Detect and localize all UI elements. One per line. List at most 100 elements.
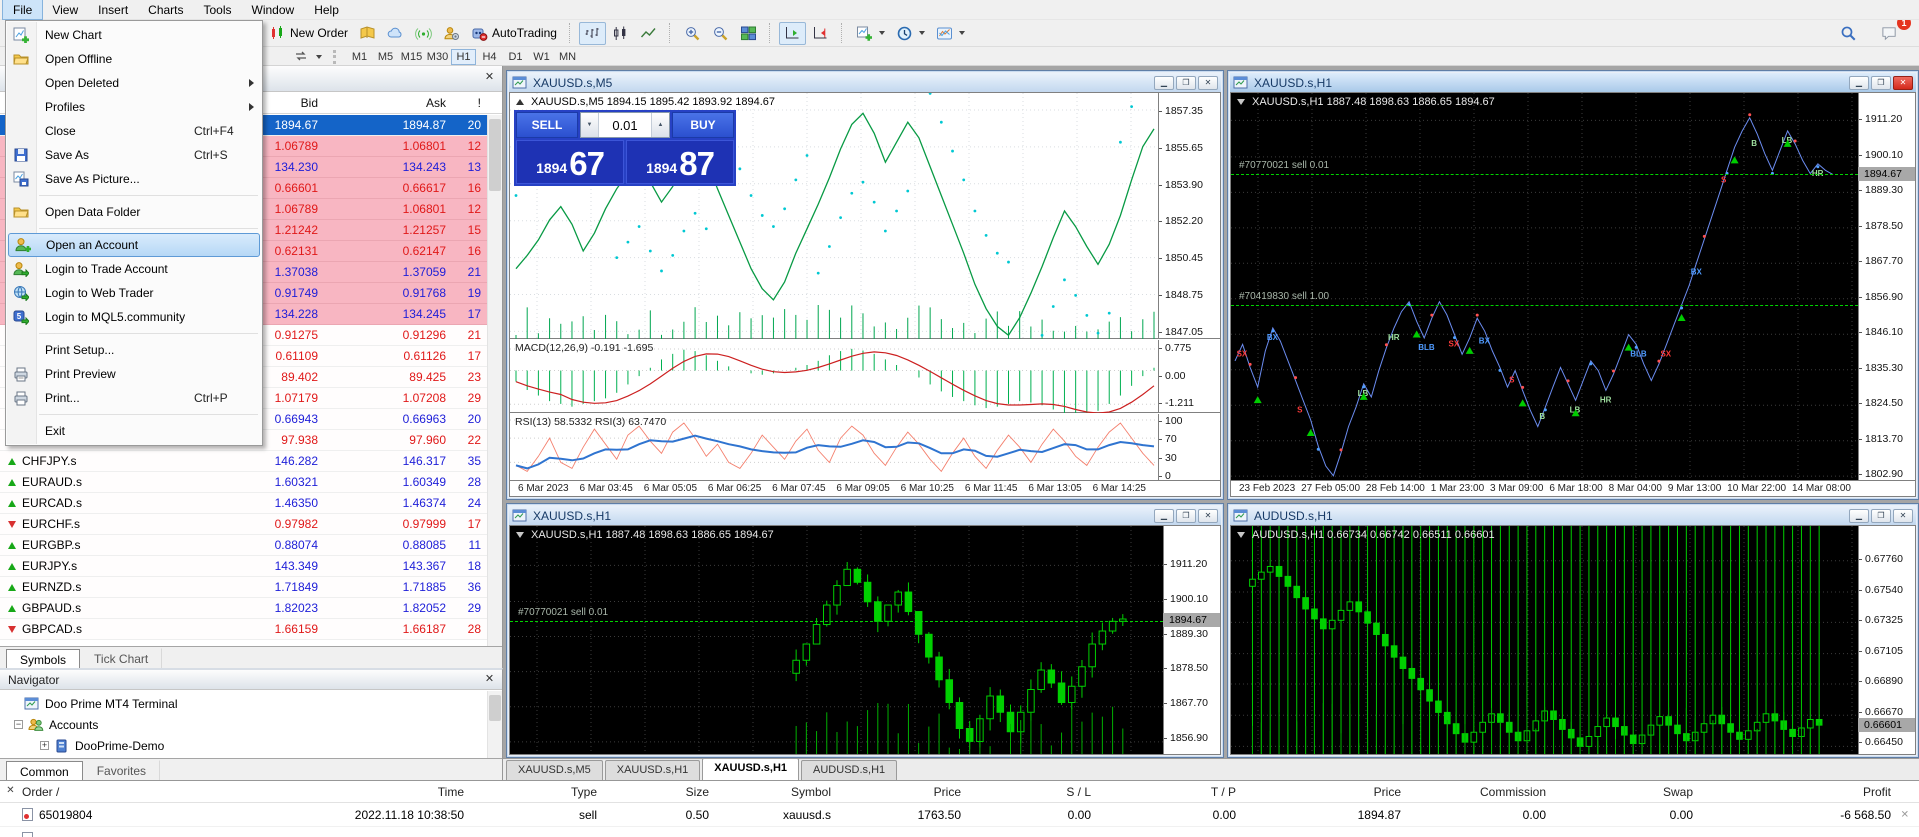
tp-column-header[interactable]: T / P [1097,785,1242,799]
market-watch-row[interactable]: GBPCAD.s 1.66159 1.66187 28 [0,619,487,640]
scrollbar-thumb[interactable] [489,695,501,721]
chart-type-button[interactable] [635,22,662,45]
type-column-header[interactable]: Type [470,785,603,799]
file-menu-item[interactable]: Profiles [6,95,262,119]
sell-price-tile[interactable]: 189467 [516,140,624,184]
file-menu-item[interactable]: Open Offline [6,47,262,71]
market-watch-row[interactable]: EURJPY.s 143.349 143.367 18 [0,556,487,577]
timeframe-button[interactable]: H4 [477,49,502,65]
chart-window-xauusd-m5[interactable]: XAUUSD.s,M5 ▁ ❐ ✕ MACD(12,26,9) -0.191 -… [506,70,1224,500]
menu-item[interactable]: View [42,0,88,19]
minimize-icon[interactable]: ▁ [1849,76,1869,90]
chart-tab[interactable]: XAUUSD.s,H1 [702,758,799,780]
close-icon[interactable]: ✕ [1198,509,1218,523]
market-watch-row[interactable]: CHFJPY.s 146.282 146.317 35 [0,451,487,472]
price-column-header[interactable]: Price [837,785,967,799]
size-column-header[interactable]: Size [603,785,715,799]
time-column-header[interactable]: Time [175,785,470,799]
restore-icon[interactable]: ❐ [1176,509,1196,523]
timeframe-button[interactable]: MN [555,49,580,65]
commission-column-header[interactable]: Commission [1407,785,1552,799]
timeframe-button[interactable]: H1 [451,49,476,65]
chart-tab[interactable]: XAUUSD.s,H1 [605,760,701,780]
tree-expander-icon[interactable] [14,720,23,729]
market-watch-tab[interactable]: Tick Chart [80,648,162,668]
zoom-button[interactable] [735,22,762,45]
chart-titlebar[interactable]: AUDUSD.s,H1 ▁ ❐ ✕ [1230,506,1916,525]
file-menu-item[interactable]: Print... Ctrl+P [6,386,262,410]
market-watch-row[interactable]: EURCHF.s 0.97982 0.97999 17 [0,514,487,535]
file-menu-item[interactable]: Save As Ctrl+S [6,143,262,167]
menu-item[interactable]: Help [304,0,349,19]
chart-titlebar[interactable]: XAUUSD.s,H1 ▁ ❐ ✕ [1230,73,1916,92]
menu-item[interactable]: File [3,0,42,19]
sell-button[interactable]: SELL [516,112,578,138]
navigator-tab[interactable]: Common [6,761,83,781]
scrollbar[interactable] [487,115,502,646]
order-line[interactable] [1231,305,1858,306]
market-watch-row[interactable]: GBPAUD.s 1.82023 1.82052 29 [0,598,487,619]
chart-tab[interactable]: AUDUSD.s,H1 [801,760,897,780]
sl-column-header[interactable]: S / L [967,785,1097,799]
file-menu-item[interactable]: Save As Picture... [6,167,262,191]
toolbar-dropdown-button[interactable] [851,22,890,45]
chart-type-button[interactable] [579,22,606,45]
chart-window-xauusd-h1-2[interactable]: XAUUSD.s,H1 ▁ ❐ ✕ XAUUSD.s,H1 1887.48 18… [506,503,1224,758]
file-menu-item[interactable]: Print Preview [6,362,262,386]
buy-button[interactable]: BUY [672,112,734,138]
bid-column-header[interactable]: Bid [255,96,318,110]
timeframe-button[interactable]: D1 [503,49,528,65]
market-watch-row[interactable]: EURCAD.s 1.46350 1.46374 24 [0,493,487,514]
profit-column-header[interactable]: Profit [1699,785,1919,799]
timeframe-button[interactable]: M15 [399,49,424,65]
navigator-tree-item[interactable]: Accounts [0,714,502,735]
file-menu-item[interactable]: Open Data Folder [6,200,262,224]
toolbar-button[interactable] [438,22,465,45]
toolbar-dropdown-button[interactable] [931,22,970,45]
market-watch-row[interactable]: EURGBP.s 0.88074 0.88085 11 [0,535,487,556]
navigator-tree-item[interactable]: DooPrime-Demo [0,735,502,756]
toolbar-button[interactable] [410,22,437,45]
minimize-icon[interactable]: ▁ [1154,509,1174,523]
menu-item[interactable]: Insert [88,0,138,19]
buy-price-tile[interactable]: 189487 [626,140,734,184]
close-icon[interactable]: ✕ [1893,509,1913,523]
zoom-button[interactable] [679,22,706,45]
navigator-tab[interactable]: Favorites [83,760,160,780]
minimize-icon[interactable]: ▁ [1849,509,1869,523]
close-icon[interactable]: ✕ [4,785,17,798]
price-plot[interactable] [510,526,1167,755]
time-axis[interactable]: 23 Feb 202327 Feb 05:0028 Feb 14:001 Mar… [1231,480,1915,496]
file-menu-item[interactable]: Open Deleted [6,71,262,95]
timeframe-button[interactable]: M30 [425,49,450,65]
file-menu-item[interactable]: Exit [6,419,262,443]
toolbar-dropdown-button[interactable] [891,22,930,45]
menu-item[interactable]: Window [242,0,305,19]
navigator-tree-item[interactable]: Doo Prime MT4 Terminal [0,693,502,714]
file-menu-item[interactable]: Close Ctrl+F4 [6,119,262,143]
timeframe-button[interactable]: M1 [347,49,372,65]
market-watch-row[interactable]: EURAUD.s 1.60321 1.60349 28 [0,472,487,493]
price-scale[interactable]: 1911.201900.101889.301878.501867.701856.… [1163,526,1220,754]
chart-shift-button[interactable] [779,22,806,45]
macd-pane[interactable]: MACD(12,26,9) -0.191 -1.695 [510,340,1158,413]
restore-icon[interactable]: ❐ [1176,76,1196,90]
order-line[interactable] [510,621,1163,622]
chart-titlebar[interactable]: XAUUSD.s,H1 ▁ ❐ ✕ [509,506,1221,525]
toolbar-button[interactable] [354,22,381,45]
close-icon[interactable]: ✕ [482,673,497,687]
toolbar-button[interactable] [382,22,409,45]
search-button[interactable] [1835,22,1862,45]
price-plot[interactable] [1231,526,1862,755]
toolbar-drag-handle[interactable] [333,50,339,64]
restore-icon[interactable]: ❐ [1871,509,1891,523]
chart-shift-button[interactable] [807,22,834,45]
symbols-dropdown-button[interactable] [288,49,327,65]
volume-increase-icon[interactable]: ▲ [651,113,669,137]
chart-titlebar[interactable]: XAUUSD.s,M5 ▁ ❐ ✕ [509,73,1221,92]
order-line[interactable] [1231,174,1858,175]
volume-value[interactable]: 0.01 [599,113,651,137]
chart-window-xauusd-h1[interactable]: XAUUSD.s,H1 ▁ ❐ ✕ SXBXSBLBHRBLBSXBXSBLBH… [1227,70,1919,500]
zoom-button[interactable] [707,22,734,45]
symbol-column-header[interactable]: Symbol [715,785,837,799]
